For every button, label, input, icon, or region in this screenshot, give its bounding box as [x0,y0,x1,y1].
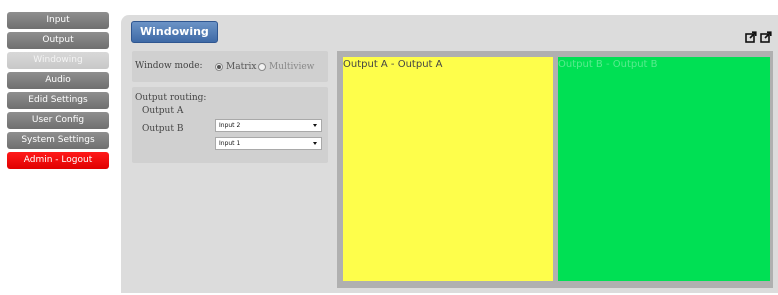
preview-window-output-b[interactable]: Output B - Output B [558,57,770,281]
radio-matrix[interactable]: Matrix [215,62,256,72]
sidebar-item-label: Output [42,35,74,45]
sidebar-item-label: Audio [45,75,71,85]
radio-multiview[interactable]: Multiview [258,62,314,72]
radio-dot-selected [215,63,223,71]
preview-window-output-a[interactable]: Output A - Output A [343,57,553,281]
sidebar-item-label: Windowing [33,55,83,65]
popout-icon[interactable] [745,31,757,43]
sidebar-item-audio[interactable]: Audio [7,72,109,89]
sidebar-nav: Input Output Windowing Audio Edid Settin… [7,12,109,172]
sidebar-item-user-config[interactable]: User Config [7,112,109,129]
radio-dot [258,63,266,71]
sidebar-item-output[interactable]: Output [7,32,109,49]
sidebar-item-label: Input [46,15,70,25]
sidebar-item-windowing[interactable]: Windowing [7,52,109,69]
radio-matrix-label: Matrix [226,62,257,72]
preview-window-label: Output A - Output A [343,59,443,70]
logout-button[interactable]: Admin - Logout [7,152,109,169]
logout-label: Admin - Logout [23,155,93,165]
window-preview: Output A - Output A Output B - Output B [337,51,773,288]
sidebar-item-label: Edid Settings [28,95,88,105]
window-mode-box: Window mode: Matrix Multiview [132,51,328,82]
page-title-tab: Windowing [131,21,218,43]
popout-icon[interactable] [760,31,772,43]
output-a-select[interactable]: Input 2 [215,119,322,132]
output-b-label: Output B [142,124,184,134]
sidebar-item-label: System Settings [21,135,95,145]
output-a-label: Output A [142,106,184,116]
settings-block: Window mode: Matrix Multiview Output rou… [132,51,328,163]
radio-multiview-label: Multiview [269,62,315,72]
window-mode-label: Window mode: [135,61,203,71]
sidebar-item-edid-settings[interactable]: Edid Settings [7,92,109,109]
popout-icons [745,31,772,43]
output-b-select[interactable]: Input 1 [215,137,322,150]
preview-window-label: Output B - Output B [558,59,658,70]
dropdown-arrow-icon [313,124,317,127]
main-panel: Windowing Window mode: Matrix Multiview … [121,15,778,293]
sidebar-item-system-settings[interactable]: System Settings [7,132,109,149]
output-b-select-value: Input 1 [219,140,241,147]
sidebar-item-input[interactable]: Input [7,12,109,29]
output-routing-label: Output routing: [135,93,207,103]
dropdown-arrow-icon [313,142,317,145]
output-a-select-value: Input 2 [219,122,241,129]
sidebar-item-label: User Config [31,115,85,125]
